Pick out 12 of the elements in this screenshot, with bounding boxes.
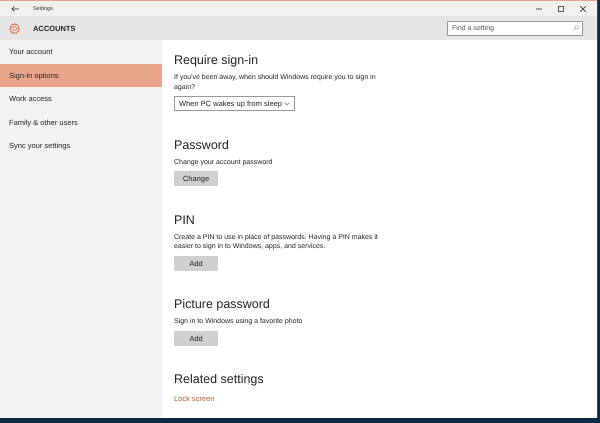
back-arrow-icon[interactable] bbox=[11, 6, 19, 12]
section-title: Require sign-in bbox=[174, 52, 258, 68]
search-icon bbox=[573, 25, 579, 31]
section-title: PIN bbox=[174, 212, 195, 228]
section-title: Password bbox=[174, 136, 229, 152]
close-icon[interactable] bbox=[580, 6, 586, 12]
chevron-icon bbox=[284, 102, 290, 106]
maximize-icon[interactable] bbox=[558, 6, 564, 12]
gear-icon bbox=[8, 22, 21, 34]
minimize-icon[interactable] bbox=[536, 6, 542, 12]
section-title: Picture password bbox=[174, 296, 270, 312]
section-title: Related settings bbox=[174, 371, 264, 387]
